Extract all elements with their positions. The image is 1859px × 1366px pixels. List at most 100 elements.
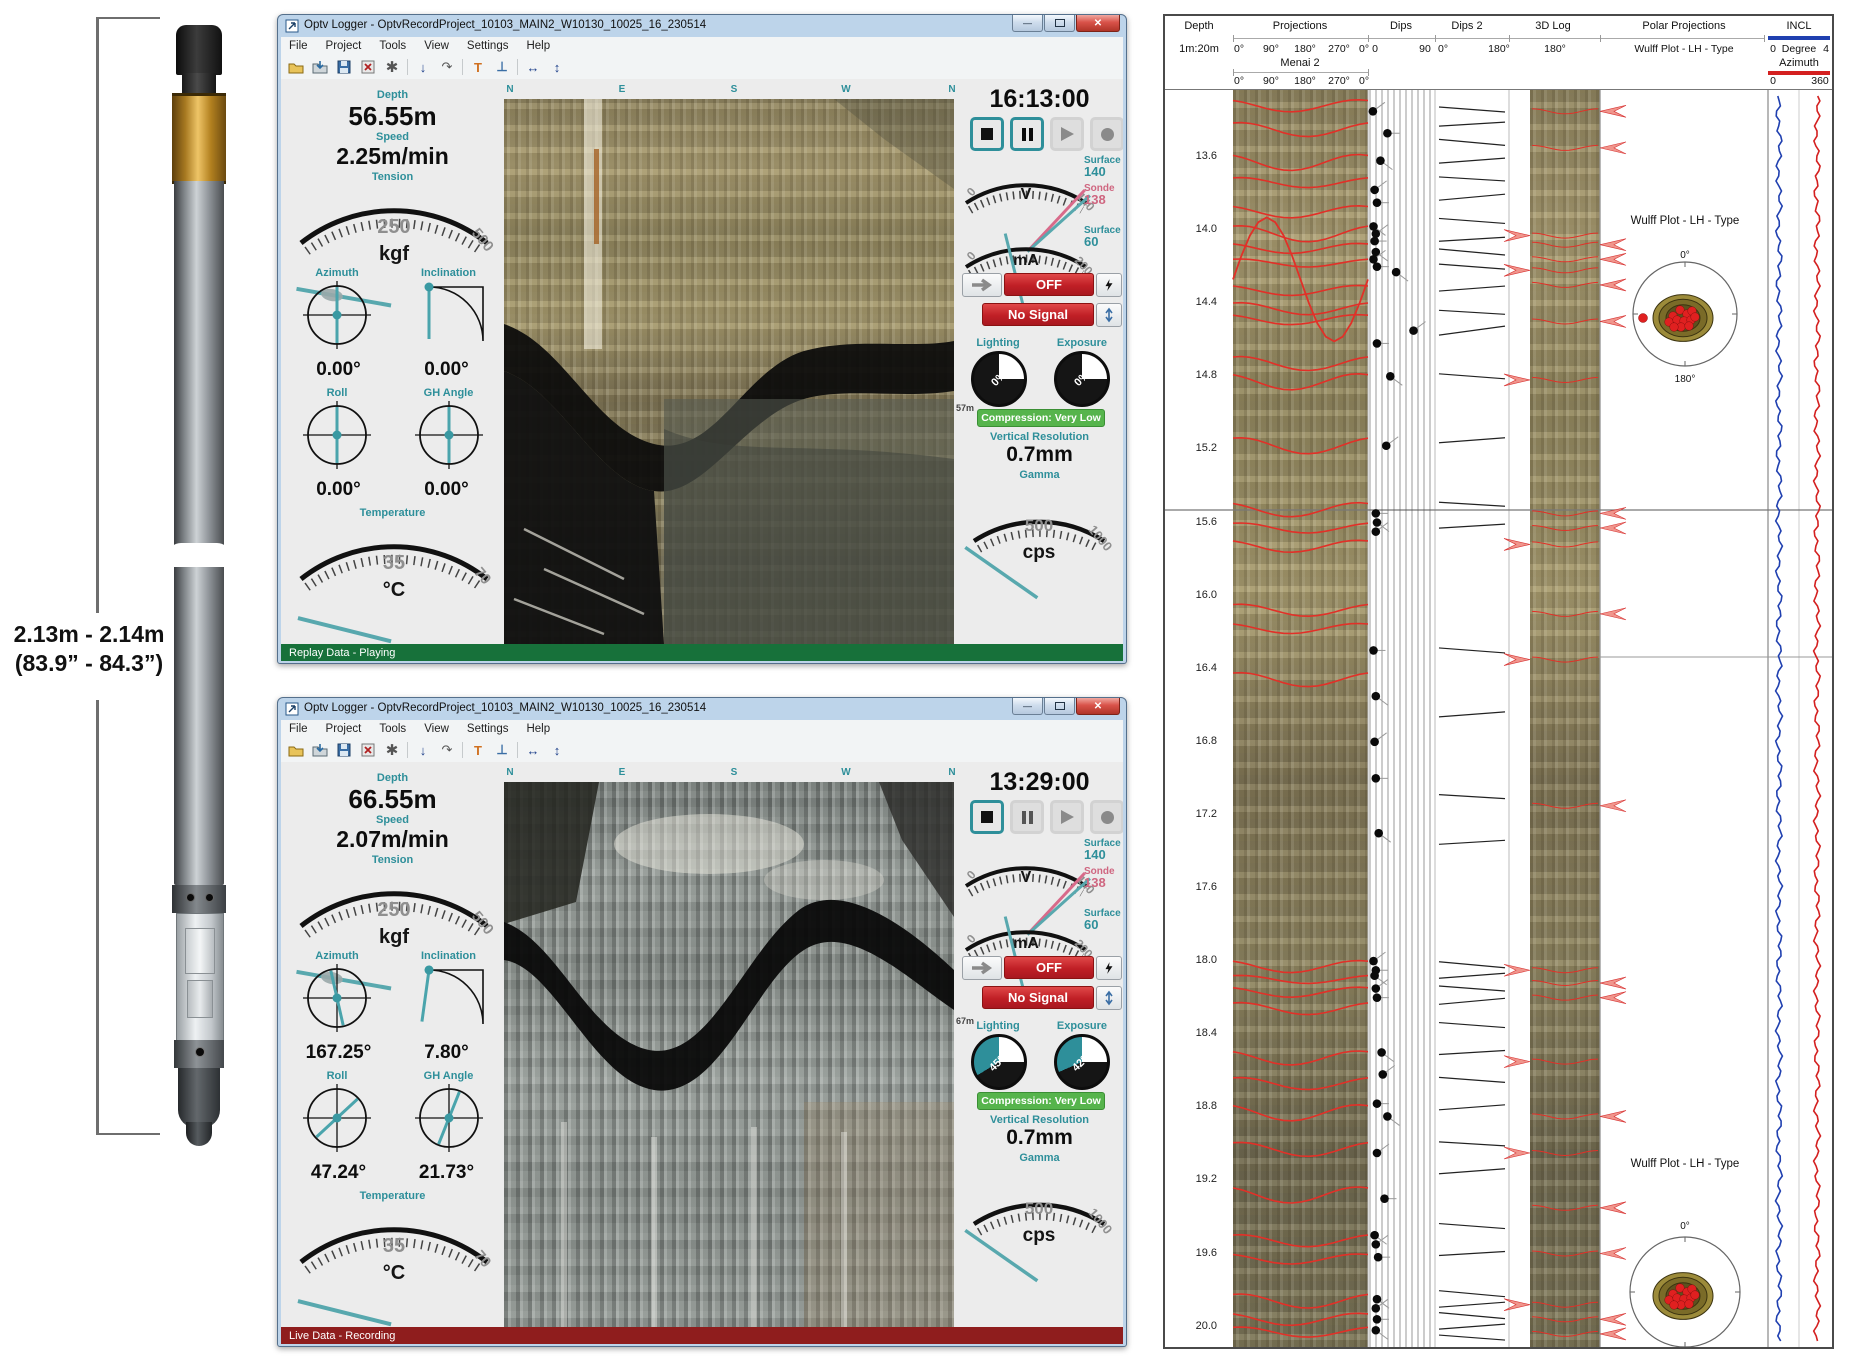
signal-sync-button[interactable] bbox=[1096, 303, 1122, 327]
close-button[interactable]: ✕ bbox=[1076, 15, 1120, 32]
power-arrow-button[interactable] bbox=[962, 273, 1002, 297]
dip-strike-line bbox=[1439, 1252, 1505, 1256]
open-project-icon[interactable] bbox=[287, 58, 305, 76]
depth-label: Depth bbox=[281, 89, 504, 101]
fit-width-icon[interactable]: ↔ bbox=[524, 741, 542, 759]
dip-strike-line bbox=[1439, 122, 1505, 126]
record-button[interactable] bbox=[1090, 117, 1123, 151]
orient-s: S bbox=[731, 84, 738, 95]
go-to-depth-icon[interactable]: ↓ bbox=[414, 741, 432, 759]
bedding-trace bbox=[1233, 1235, 1368, 1247]
play-button[interactable] bbox=[1050, 800, 1084, 834]
dip-strike-line bbox=[1439, 795, 1505, 799]
dip-tadpole bbox=[1373, 262, 1382, 271]
structure-flag bbox=[1504, 964, 1530, 976]
menu-project[interactable]: Project bbox=[326, 40, 362, 52]
tool-window-section bbox=[176, 913, 224, 1042]
power-off-indicator[interactable]: OFF bbox=[1004, 273, 1094, 296]
tool-down-icon[interactable]: ⊥ bbox=[493, 58, 511, 76]
menu-tools[interactable]: Tools bbox=[379, 723, 406, 735]
menu-tools[interactable]: Tools bbox=[379, 40, 406, 52]
save-icon[interactable] bbox=[335, 58, 353, 76]
stop-button[interactable] bbox=[970, 800, 1004, 834]
borehole-image bbox=[504, 782, 954, 1327]
depth-tick-label: 18.0 bbox=[1173, 954, 1217, 966]
menu-view[interactable]: View bbox=[424, 40, 449, 52]
dip-tadpole bbox=[1373, 993, 1382, 1002]
titlebar[interactable]: Optv Logger - OptvRecordProject_10103_MA… bbox=[278, 15, 1126, 37]
menai-tick: 90° bbox=[1263, 75, 1279, 87]
settings-gear-icon[interactable]: ✱ bbox=[383, 741, 401, 759]
menu-view[interactable]: View bbox=[424, 723, 449, 735]
menai-tick: 0° bbox=[1234, 75, 1244, 87]
reset-icon[interactable]: ↷ bbox=[438, 58, 456, 76]
fit-height-icon[interactable]: ↕ bbox=[548, 741, 566, 759]
toolbar-separator bbox=[462, 59, 463, 75]
structure-flag bbox=[1600, 507, 1626, 519]
pause-button[interactable] bbox=[1010, 117, 1044, 151]
fit-height-icon[interactable]: ↕ bbox=[548, 58, 566, 76]
toolbar-separator bbox=[407, 59, 408, 75]
reset-icon[interactable]: ↷ bbox=[438, 741, 456, 759]
open-project-icon[interactable] bbox=[287, 741, 305, 759]
exposure-knob[interactable]: 0% bbox=[1054, 351, 1110, 407]
maximize-button[interactable] bbox=[1044, 15, 1075, 32]
menu-help[interactable]: Help bbox=[526, 723, 550, 735]
structure-flag bbox=[1600, 608, 1626, 620]
menu-file[interactable]: File bbox=[289, 723, 308, 735]
signal-sync-button[interactable] bbox=[1096, 986, 1122, 1010]
current-gauge: 0 mA 200 bbox=[956, 900, 1096, 960]
incl-tick: 0 bbox=[1770, 43, 1776, 55]
dip-tadpole bbox=[1372, 1240, 1381, 1249]
bedding-trace bbox=[1233, 259, 1368, 267]
pause-button[interactable] bbox=[1010, 800, 1044, 834]
lighting-knob[interactable]: 45% bbox=[971, 1034, 1027, 1090]
structure-flag bbox=[1600, 800, 1626, 812]
menu-settings[interactable]: Settings bbox=[467, 40, 509, 52]
go-to-depth-icon[interactable]: ↓ bbox=[414, 58, 432, 76]
save-icon[interactable] bbox=[335, 741, 353, 759]
tool-up-icon[interactable]: T bbox=[469, 58, 487, 76]
settings-gear-icon[interactable]: ✱ bbox=[383, 58, 401, 76]
minimize-button[interactable]: — bbox=[1012, 698, 1043, 715]
fit-width-icon[interactable]: ↔ bbox=[524, 58, 542, 76]
titlebar[interactable]: Optv Logger - OptvRecordProject_10103_MA… bbox=[278, 698, 1126, 720]
gauge-panel-left: Depth 66.55m Speed 2.07m/min Tension 250… bbox=[281, 762, 504, 1327]
close-project-icon[interactable] bbox=[359, 58, 377, 76]
record-button[interactable] bbox=[1090, 800, 1123, 834]
menu-settings[interactable]: Settings bbox=[467, 723, 509, 735]
bedding-trace bbox=[1233, 604, 1368, 616]
stop-button[interactable] bbox=[970, 117, 1004, 151]
maximize-button[interactable] bbox=[1044, 698, 1075, 715]
tool-up-icon[interactable]: T bbox=[469, 741, 487, 759]
dip-strike-line bbox=[1439, 107, 1505, 112]
collar-screw bbox=[186, 893, 195, 902]
tool-down-icon[interactable]: ⊥ bbox=[493, 741, 511, 759]
toolbar-separator bbox=[517, 742, 518, 758]
close-project-icon[interactable] bbox=[359, 741, 377, 759]
play-button[interactable] bbox=[1050, 117, 1084, 151]
bedding-trace bbox=[1233, 243, 1368, 253]
toolbar-separator bbox=[517, 59, 518, 75]
minimize-button[interactable]: — bbox=[1012, 15, 1043, 32]
lighting-knob[interactable]: 0% bbox=[971, 351, 1027, 407]
pole-point-outlier bbox=[1639, 314, 1648, 323]
menu-help[interactable]: Help bbox=[526, 40, 550, 52]
import-icon[interactable] bbox=[311, 741, 329, 759]
power-off-indicator[interactable]: OFF bbox=[1004, 956, 1094, 979]
power-bolt-button[interactable] bbox=[1096, 273, 1122, 297]
menu-file[interactable]: File bbox=[289, 40, 308, 52]
azimuth-value: 0.00° bbox=[291, 359, 386, 381]
power-bolt-button[interactable] bbox=[1096, 956, 1122, 980]
menu-project[interactable]: Project bbox=[326, 723, 362, 735]
bedding-trace bbox=[1233, 123, 1368, 137]
svg-text:mA: mA bbox=[1013, 252, 1039, 269]
dip-strike-line bbox=[1439, 1169, 1505, 1174]
close-button[interactable]: ✕ bbox=[1076, 698, 1120, 715]
dip-strike-line bbox=[1439, 840, 1505, 844]
bedding-trace bbox=[1233, 155, 1368, 171]
exposure-knob[interactable]: 42% bbox=[1054, 1034, 1110, 1090]
dip-tadpole bbox=[1373, 1149, 1382, 1158]
power-arrow-button[interactable] bbox=[962, 956, 1002, 980]
import-icon[interactable] bbox=[311, 58, 329, 76]
